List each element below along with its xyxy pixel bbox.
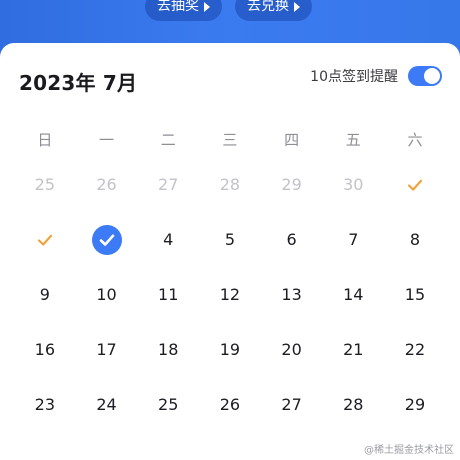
day-cell[interactable]: 18 xyxy=(137,322,199,377)
calendar-weeks: 25 26 27 28 29 30 4 5 6 7 8 9 10 11 12 13 14 15 16 17 18 19 20… xyxy=(14,157,446,432)
caret-right-icon xyxy=(204,1,210,12)
day-number: 28 xyxy=(219,175,241,194)
day-other-month[interactable]: 26 xyxy=(76,157,138,212)
day-cell[interactable]: 21 xyxy=(322,322,384,377)
weekday-label: 六 xyxy=(407,130,423,149)
day-cell[interactable]: 10 xyxy=(76,267,138,322)
day-cell[interactable]: 15 xyxy=(384,267,446,322)
exchange-label: 去兑换 xyxy=(247,0,289,14)
weekday-label: 日 xyxy=(37,130,53,149)
day-other-month[interactable]: 29 xyxy=(261,157,323,212)
day-cell[interactable]: 8 xyxy=(384,212,446,267)
day-number: 23 xyxy=(34,395,56,414)
checkmark-icon xyxy=(36,231,54,249)
caret-right-icon xyxy=(294,1,300,12)
day-number: 30 xyxy=(343,175,364,194)
day-cell[interactable]: 27 xyxy=(261,377,323,432)
day-cell[interactable]: 4 xyxy=(137,212,199,267)
day-number: 19 xyxy=(219,340,241,359)
weekday-label: 四 xyxy=(284,130,300,149)
day-other-month[interactable]: 25 xyxy=(14,157,76,212)
day-number: 20 xyxy=(281,340,302,359)
day-number: 24 xyxy=(96,395,117,414)
day-number: 26 xyxy=(96,175,117,194)
day-number: 7 xyxy=(348,230,359,249)
day-number: 17 xyxy=(96,340,117,359)
day-other-month[interactable]: 28 xyxy=(199,157,261,212)
day-number: 12 xyxy=(219,285,241,304)
day-number: 27 xyxy=(158,175,179,194)
day-number: 27 xyxy=(281,395,302,414)
calendar-grid: 日 一 二 三 四 五 六 25 26 27 28 29 30 4 5 6 7 8 9 10 11 12 13 14 15 16… xyxy=(14,121,446,432)
day-number: 13 xyxy=(281,285,302,304)
day-cell[interactable]: 16 xyxy=(14,322,76,377)
day-number: 21 xyxy=(343,340,364,359)
day-cell[interactable]: 14 xyxy=(322,267,384,322)
day-number: 28 xyxy=(343,395,364,414)
day-today-checked[interactable] xyxy=(76,212,138,267)
day-number: 18 xyxy=(158,340,179,359)
day-cell[interactable]: 6 xyxy=(261,212,323,267)
day-number: 26 xyxy=(219,395,241,414)
calendar-week: 23 24 25 26 27 28 29 xyxy=(14,377,446,432)
day-number: 25 xyxy=(34,175,56,194)
lottery-label: 去抽奖 xyxy=(157,0,199,14)
day-cell[interactable]: 13 xyxy=(261,267,323,322)
day-number: 16 xyxy=(34,340,56,359)
day-number: 4 xyxy=(163,230,174,249)
day-number: 10 xyxy=(96,285,117,304)
day-cell[interactable]: 11 xyxy=(137,267,199,322)
day-cell[interactable]: 24 xyxy=(76,377,138,432)
calendar-week: 4 5 6 7 8 xyxy=(14,212,446,267)
day-cell[interactable]: 19 xyxy=(199,322,261,377)
day-checked-in[interactable] xyxy=(384,157,446,212)
day-cell[interactable]: 12 xyxy=(199,267,261,322)
day-number: 22 xyxy=(404,340,426,359)
day-other-month[interactable]: 27 xyxy=(137,157,199,212)
day-number: 11 xyxy=(158,285,179,304)
reminder-label: 10点签到提醒 xyxy=(310,69,398,85)
weekday-label: 一 xyxy=(99,130,115,149)
day-number: 9 xyxy=(39,285,50,304)
checkmark-icon xyxy=(406,176,424,194)
day-number: 15 xyxy=(404,285,426,304)
day-other-month[interactable]: 30 xyxy=(322,157,384,212)
calendar-week: 16 17 18 19 20 21 22 xyxy=(14,322,446,377)
weekday-label: 五 xyxy=(345,130,361,149)
calendar-week: 9 10 11 12 13 14 15 xyxy=(14,267,446,322)
day-checked-in[interactable] xyxy=(14,212,76,267)
day-cell[interactable]: 9 xyxy=(14,267,76,322)
calendar-card: 2023年 7月 10点签到提醒 日 一 二 三 四 五 六 25 26 27 28 29 30 4 5 6… xyxy=(0,43,460,460)
month-title: 2023年 7月 xyxy=(19,71,138,95)
day-cell[interactable]: 26 xyxy=(199,377,261,432)
day-cell[interactable]: 28 xyxy=(322,377,384,432)
day-number: 14 xyxy=(343,285,364,304)
day-number: 29 xyxy=(404,395,426,414)
day-number: 29 xyxy=(281,175,302,194)
day-number: 5 xyxy=(224,230,235,249)
watermark: @稀土掘金技术社区 xyxy=(364,445,454,456)
day-number: 25 xyxy=(158,395,179,414)
day-cell[interactable]: 20 xyxy=(261,322,323,377)
toggle-knob xyxy=(424,68,440,84)
day-cell[interactable]: 22 xyxy=(384,322,446,377)
weekday-header: 日一二三四五六 xyxy=(14,121,446,157)
day-cell[interactable]: 7 xyxy=(322,212,384,267)
weekday-label: 三 xyxy=(222,130,238,149)
day-number: 8 xyxy=(409,230,421,249)
day-cell[interactable]: 25 xyxy=(137,377,199,432)
day-number: 6 xyxy=(286,230,297,249)
day-cell[interactable]: 5 xyxy=(199,212,261,267)
calendar-week: 25 26 27 28 29 30 xyxy=(14,157,446,212)
reminder-toggle[interactable] xyxy=(408,66,442,86)
lottery-button[interactable]: 去抽奖 xyxy=(145,0,222,21)
day-cell[interactable]: 29 xyxy=(384,377,446,432)
checkmark-circle-icon xyxy=(91,224,122,255)
day-cell[interactable]: 17 xyxy=(76,322,138,377)
weekday-label: 二 xyxy=(160,130,176,149)
day-cell[interactable]: 23 xyxy=(14,377,76,432)
reminder-setting: 10点签到提醒 xyxy=(310,66,442,86)
exchange-button[interactable]: 去兑换 xyxy=(235,0,312,21)
